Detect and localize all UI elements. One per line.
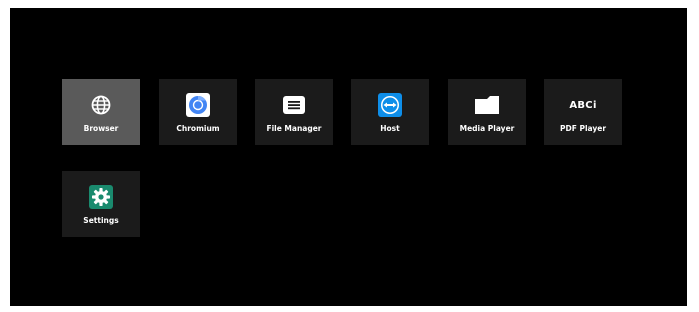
remote-host-icon	[377, 92, 403, 118]
app-tile-browser[interactable]: Browser	[62, 79, 140, 145]
folder-icon	[474, 92, 500, 118]
app-tile-settings[interactable]: Settings	[62, 171, 140, 237]
app-tile-chromium[interactable]: Chromium	[159, 79, 237, 145]
app-tile-pdf-player[interactable]: ABCi PDF Player	[544, 79, 622, 145]
gear-icon	[88, 184, 114, 210]
app-label-file-manager: File Manager	[266, 124, 322, 133]
app-label-media-player: Media Player	[459, 124, 515, 133]
app-label-pdf-player: PDF Player	[559, 124, 607, 133]
app-label-host: Host	[380, 124, 400, 133]
chromium-icon	[185, 92, 211, 118]
abc-icon: ABCi	[569, 92, 597, 118]
app-label-settings: Settings	[83, 216, 119, 225]
globe-icon	[88, 92, 114, 118]
app-label-browser: Browser	[83, 124, 119, 133]
app-tile-host[interactable]: Host	[351, 79, 429, 145]
app-tile-media-player[interactable]: Media Player	[448, 79, 526, 145]
app-tile-file-manager[interactable]: File Manager	[255, 79, 333, 145]
launcher-screen: Browser Chromium File Manager Host Media…	[10, 8, 687, 306]
abc-icon-text: ABCi	[569, 99, 597, 111]
app-label-chromium: Chromium	[176, 124, 220, 133]
file-manager-icon	[281, 92, 307, 118]
